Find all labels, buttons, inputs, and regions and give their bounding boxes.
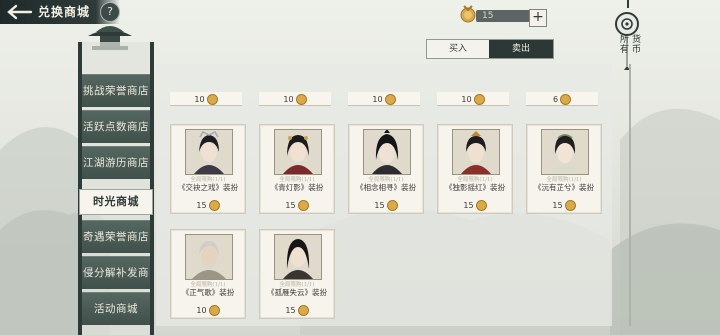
price-value: 10 [372,95,383,104]
character-portrait-icon [274,129,322,175]
item-name: 《相念相寻》装扮 [356,183,416,192]
price-value: 15 [285,306,296,315]
coin-icon [475,200,487,211]
coin-icon [564,200,576,211]
coin-icon [386,200,398,211]
price-value: 15 [374,201,385,210]
sidebar-item-activity-shop[interactable]: 活跃点数商店 [82,110,150,143]
coin-icon [384,94,396,105]
back-arrow-icon[interactable] [4,3,34,21]
price-value: 10 [461,95,472,104]
character-portrait-icon [541,129,589,175]
shop-item-card[interactable]: 全局限购(1/1) 《交袂之戏》装扮 15 [170,124,246,214]
price-value: 15 [196,201,207,210]
price-value: 10 [196,306,207,315]
ornament-char: 有 [618,44,628,54]
ornament-char: 币 [630,44,640,54]
buy-sell-toggle: 买入 卖出 [426,39,554,59]
medal-coin-icon [460,5,476,23]
item-name: 《青灯影》装扮 [270,183,324,192]
price-value: 15 [463,201,474,210]
item-name: 《孤雁失云》装扮 [267,288,327,297]
add-currency-button[interactable]: + [529,9,547,27]
price-value: 10 [283,95,294,104]
tab-sell[interactable]: 卖出 [489,40,553,58]
tab-buy[interactable]: 买入 [427,40,489,58]
scrollbar[interactable] [629,64,631,326]
sidebar-item-challenge-shop[interactable]: 挑战荣誉商店 [82,74,150,107]
ornament-char: 货 [630,34,640,44]
card-strip[interactable]: 10 [348,92,420,106]
sidebar-item-travel-shop[interactable]: 江湖游历商店 [82,146,150,179]
character-portrait-icon [452,129,500,175]
card-strip[interactable]: 10 [437,92,509,106]
sidebar-item-event-mall[interactable]: 活动商城 [82,292,150,325]
price-value: 10 [194,95,205,104]
character-portrait-icon [274,234,322,280]
card-strip[interactable]: 10 [170,92,242,106]
item-name: 《正气歌》装扮 [181,288,235,297]
coin-icon [560,94,572,105]
shop-item-card[interactable]: 全局限购(1/1) 《青灯影》装扮 15 [259,124,335,214]
item-name: 《独影摇红》装扮 [445,183,505,192]
ornament-char: 所 [618,34,628,44]
shop-item-card[interactable]: 全局限购(1/1) 《相念相寻》装扮 15 [348,124,424,214]
shop-item-card[interactable]: 全局限购(1/1) 《沅有芷兮》装扮 15 [526,124,602,214]
item-name: 《沅有芷兮》装扮 [534,183,594,192]
shop-item-card[interactable]: 全局限购(1/1) 《正气歌》装扮 10 [170,229,246,319]
sidebar-item-adventure-shop[interactable]: 奇遇荣誉商店 [82,220,150,253]
card-strip[interactable]: 6 [526,92,598,106]
help-icon[interactable]: ? [100,2,120,22]
shop-item-card[interactable]: 全局限购(1/1) 《独影摇红》装扮 15 [437,124,513,214]
sidebar-item-reissue-shop[interactable]: 侵分解补发商 [82,256,150,289]
character-portrait-icon [185,234,233,280]
all-currency-label-2[interactable]: 货币 [629,34,642,54]
price-value: 15 [285,201,296,210]
currency-value: 15 [482,11,494,21]
sidebar-item-time-mall[interactable]: 时光商城 [79,189,153,215]
item-name: 《交袂之戏》装扮 [178,183,238,192]
coin-icon [473,94,485,105]
coin-icon [206,94,218,105]
coin-icon [295,94,307,105]
coin-icon [297,305,309,316]
coin-icon [208,200,220,211]
shop-item-card[interactable]: 全局限购(1/1) 《孤雁失云》装扮 15 [259,229,335,319]
coin-icon [297,200,309,211]
character-portrait-icon [363,129,411,175]
character-portrait-icon [185,129,233,175]
price-value: 15 [552,201,563,210]
page-title: 兑换商城 [38,5,91,19]
price-value: 6 [552,95,559,104]
card-strip[interactable]: 10 [259,92,331,106]
coin-icon [208,305,220,316]
